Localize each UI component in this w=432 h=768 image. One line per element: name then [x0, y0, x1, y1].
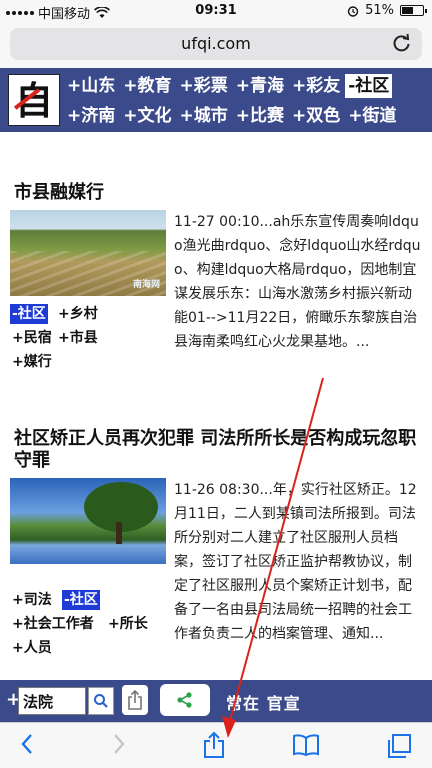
social-share-button[interactable] [160, 684, 210, 716]
site-logo[interactable]: 自 [8, 74, 60, 126]
nav-link[interactable]: +文化 [120, 104, 174, 128]
reload-icon[interactable] [392, 32, 412, 54]
tag[interactable]: +民宿 [10, 328, 54, 348]
search-icon [94, 694, 108, 708]
search-button[interactable] [88, 687, 114, 715]
nav-link[interactable]: +彩票 [177, 74, 231, 98]
url-field[interactable]: ufqi.com [10, 28, 422, 60]
battery-percent: 51% [365, 3, 394, 18]
tree-trunk [116, 522, 122, 544]
tag[interactable]: +人员 [10, 638, 54, 658]
nav-link-active[interactable]: -社区 [345, 74, 393, 98]
tag[interactable]: +司法 [10, 590, 54, 610]
nav-link[interactable]: +济南 [64, 104, 118, 128]
browser-toolbar [0, 722, 432, 768]
page-footer-bar: + 法院 常在 官宣 [0, 680, 432, 722]
nav-link[interactable]: +彩友 [289, 74, 343, 98]
article-thumbnail[interactable]: 南海网 [10, 210, 166, 296]
battery-icon [400, 5, 427, 16]
article-title[interactable]: 市县融媒行 [14, 182, 424, 204]
tag[interactable]: +所长 [106, 614, 150, 634]
tag-active[interactable]: -社区 [10, 304, 48, 324]
status-right: 51% [347, 3, 427, 18]
bookmarks-icon[interactable] [292, 733, 320, 757]
alarm-icon [347, 5, 359, 17]
share-nodes-icon [177, 692, 192, 708]
thumbnail-watermark: 南海网 [132, 280, 160, 290]
share-page-button[interactable] [122, 685, 148, 715]
nav-row-2: +济南 +文化 +城市 +比赛 +双色 +街道 [64, 104, 400, 128]
url-text: ufqi.com [181, 34, 251, 53]
status-bar: 中国移动 09:31 51% [0, 0, 432, 22]
search-input[interactable]: 法院 [18, 687, 86, 715]
tag[interactable]: +市县 [56, 328, 100, 348]
article-summary[interactable]: 11-26 08:30...年，实行社区矫正。12月11日，二人到某镇司法所报到… [174, 478, 424, 646]
share-icon[interactable] [202, 731, 226, 759]
site-header: 自 +山东 +教育 +彩票 +青海 +彩友 -社区 +济南 +文化 +城市 +比… [0, 68, 432, 132]
tag[interactable]: +媒行 [10, 352, 54, 372]
nav-link[interactable]: +双色 [289, 104, 343, 128]
tabs-icon[interactable] [386, 733, 412, 759]
share-icon [128, 689, 142, 710]
nav-link[interactable]: +青海 [233, 74, 287, 98]
footer-text[interactable]: 常在 官宣 [226, 690, 301, 714]
forward-icon[interactable] [112, 733, 126, 755]
article-thumbnail[interactable] [10, 478, 166, 564]
browser-address-bar: ufqi.com [0, 22, 432, 68]
tag-active[interactable]: -社区 [62, 590, 100, 610]
nav-link[interactable]: +比赛 [233, 104, 287, 128]
article-summary[interactable]: 11-27 00:10...ah乐东宣传周奏响ldquo渔光曲rdquo、念好l… [174, 210, 424, 354]
nav-link[interactable]: +街道 [345, 104, 399, 128]
logo-char: 自 [14, 78, 53, 123]
nav-link[interactable]: +城市 [177, 104, 231, 128]
tag[interactable]: +乡村 [56, 304, 100, 324]
tag[interactable]: +社会工作者 [10, 614, 96, 634]
nav-link[interactable]: +山东 [64, 74, 118, 98]
nav-row-1: +山东 +教育 +彩票 +青海 +彩友 -社区 [64, 74, 393, 98]
nav-link[interactable]: +教育 [120, 74, 174, 98]
article-title[interactable]: 社区矫正人员再次犯罪 司法所所长是否构成玩忽职守罪 [14, 428, 424, 472]
back-icon[interactable] [20, 733, 34, 755]
